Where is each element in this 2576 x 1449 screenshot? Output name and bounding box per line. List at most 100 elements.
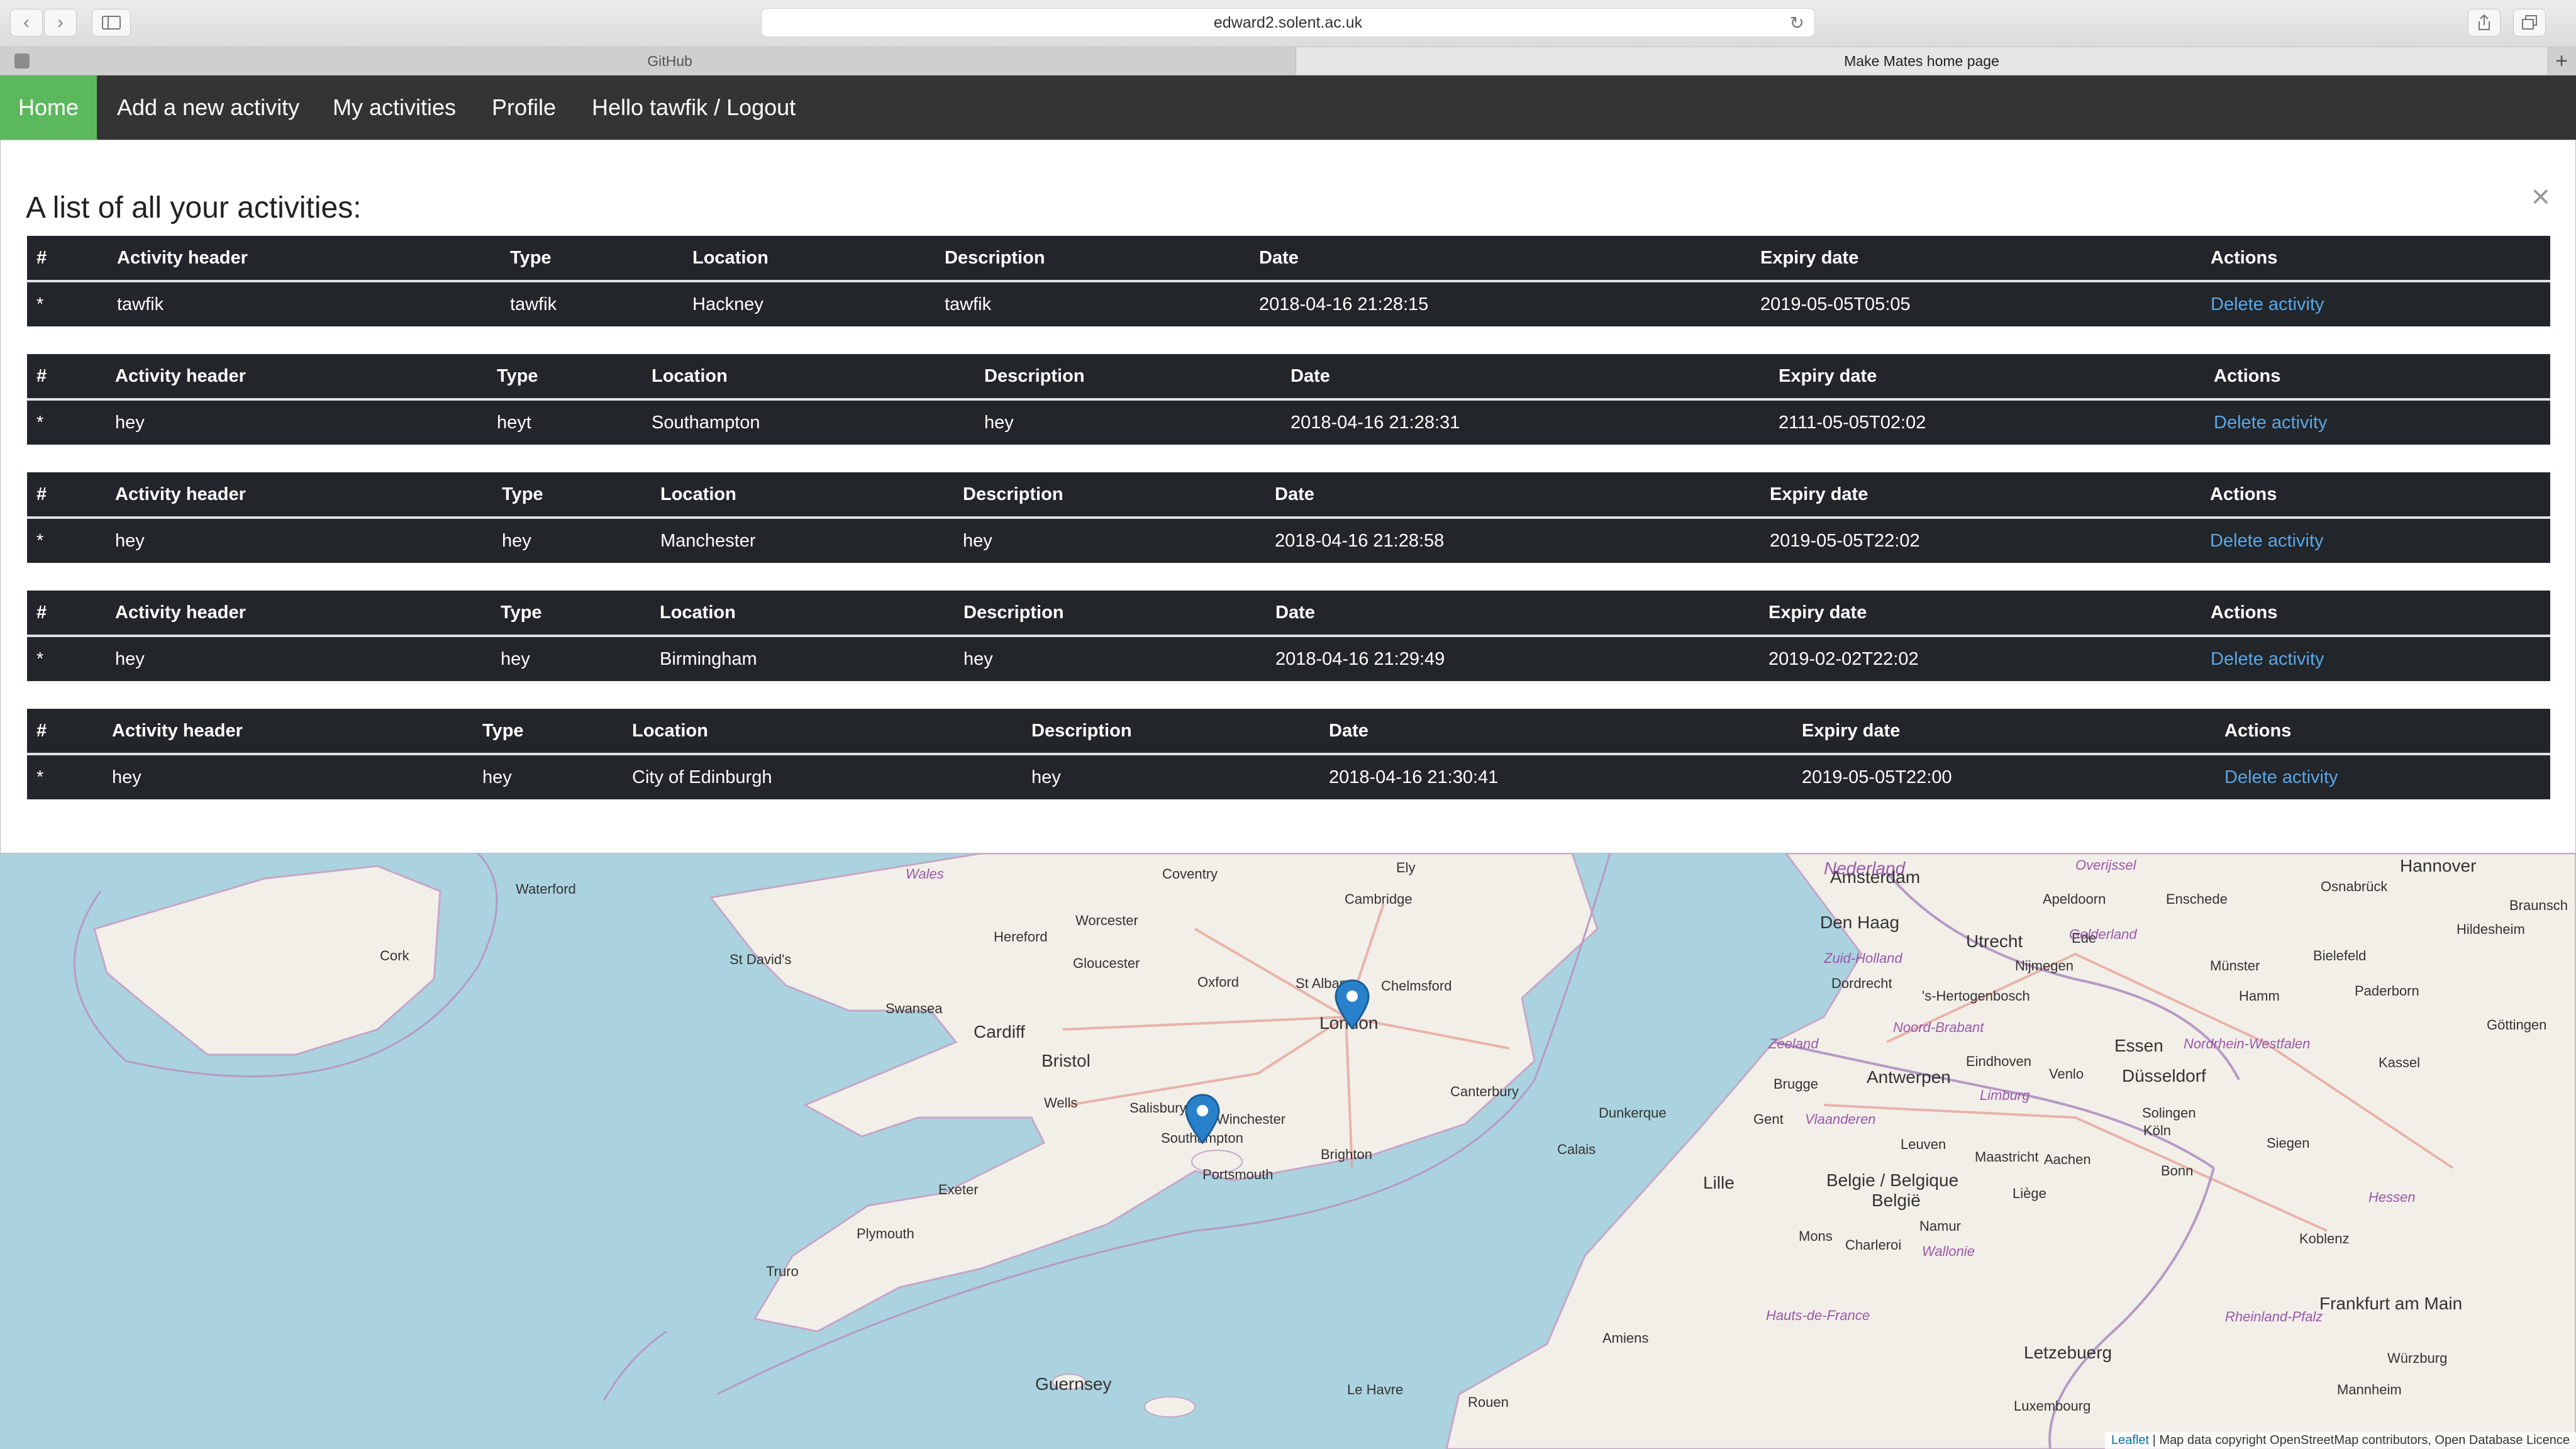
share-button[interactable]	[2468, 9, 2501, 36]
tabs-overview-button[interactable]	[2513, 9, 2546, 36]
map-label: Essen	[2114, 1036, 2163, 1055]
map-marker-icon[interactable]	[1335, 979, 1370, 1030]
map-label: Utrecht	[1966, 931, 2023, 951]
cell-date: 2018-04-16 21:28:15	[1250, 280, 1751, 326]
map-label: Osnabrück	[2321, 879, 2388, 894]
table-header-row: # Activity header Type Location Descript…	[27, 709, 2550, 754]
map-label: Bristol	[1041, 1051, 1091, 1070]
col-actions: Actions	[2210, 484, 2277, 504]
sidebar-toggle-button[interactable]	[92, 9, 131, 36]
address-bar[interactable]: edward2.solent.ac.uk ↻	[761, 8, 1815, 37]
table-row: * hey hey Birmingham hey 2018-04-16 21:2…	[27, 635, 2550, 681]
delete-activity-link[interactable]: Delete activity	[2224, 767, 2338, 787]
col-description: Description	[1031, 720, 1132, 741]
back-button[interactable]: ‹	[10, 9, 43, 36]
col-actions: Actions	[2214, 365, 2281, 386]
map-label: Oxford	[1197, 974, 1240, 990]
col-description: Description	[963, 484, 1063, 504]
cell-expiry-date: 2019-05-05T22:02	[1760, 516, 2201, 563]
map-label: Bonn	[2161, 1163, 2194, 1179]
table-header-row: # Activity header Type Location Descript…	[27, 236, 2550, 281]
sidebar-icon	[102, 16, 121, 30]
map-label: Mons	[1799, 1228, 1833, 1244]
map-label: Amsterdam	[1830, 867, 1921, 887]
map-label: Charleroi	[1845, 1237, 1902, 1253]
cell-date: 2018-04-16 21:28:58	[1265, 516, 1760, 563]
col-type: Type	[497, 365, 538, 386]
map-marker-icon[interactable]	[1185, 1094, 1220, 1144]
activity-table: # Activity header Type Location Descript…	[27, 709, 2550, 799]
close-icon[interactable]: ×	[2531, 178, 2550, 216]
delete-activity-link[interactable]: Delete activity	[2210, 531, 2324, 551]
map-label: Rouen	[1468, 1394, 1509, 1410]
pinned-tab[interactable]	[0, 47, 44, 75]
col-activity-header: Activity header	[115, 602, 246, 623]
map-label: Braunsch	[2509, 897, 2568, 913]
nav-logout[interactable]: Hello tawfik / Logout	[592, 75, 796, 140]
cell-type: hey	[492, 516, 651, 563]
cell-actions: Delete activity	[2215, 753, 2550, 799]
col-description: Description	[963, 602, 1064, 623]
activity-map[interactable]: Wales Coventry Ely Nederland Overijssel …	[0, 853, 2576, 1449]
col-type: Type	[482, 720, 524, 741]
map-label: Truro	[766, 1263, 799, 1279]
map-label: Portsmouth	[1202, 1167, 1274, 1182]
leaflet-link[interactable]: Leaflet	[2111, 1433, 2149, 1447]
forward-button[interactable]: ›	[44, 9, 77, 36]
map-label: Paderborn	[2355, 983, 2419, 999]
delete-activity-link[interactable]: Delete activity	[2211, 649, 2324, 669]
cell-type: hey	[473, 753, 623, 799]
map-label: Amiens	[1602, 1330, 1649, 1346]
col-actions: Actions	[2224, 720, 2292, 741]
table-header-row: # Activity header Type Location Descript…	[27, 354, 2550, 399]
nav-profile[interactable]: Profile	[492, 75, 556, 140]
map-label: Enschede	[2166, 891, 2228, 907]
nav-my-activities[interactable]: My activities	[333, 75, 456, 140]
map-label: Mannheim	[2337, 1382, 2402, 1397]
tab-make-mates[interactable]: Make Mates home page	[1296, 47, 2547, 75]
map-label: Würzburg	[2387, 1350, 2448, 1366]
map-label: Koblenz	[2299, 1231, 2350, 1246]
map-label: Solingen	[2142, 1105, 2196, 1121]
cell-date: 2018-04-16 21:30:41	[1319, 753, 1792, 799]
activity-table: # Activity header Type Location Descript…	[27, 472, 2550, 563]
col-number: #	[36, 365, 47, 386]
tab-github[interactable]: GitHub	[44, 47, 1296, 75]
map-label: Letzebuerg	[2024, 1343, 2112, 1362]
nav-home[interactable]: Home	[0, 75, 97, 140]
cell-description: hey	[1022, 753, 1319, 799]
col-number: #	[36, 247, 47, 268]
new-tab-button[interactable]: +	[2547, 47, 2576, 75]
share-icon	[2479, 14, 2490, 30]
map-label: Wales	[906, 866, 944, 882]
nav-add-activity[interactable]: Add a new activity	[117, 75, 299, 140]
map-tiles[interactable]	[0, 853, 2576, 1449]
activities-panel: A list of all your activities: × # Activ…	[0, 140, 2576, 853]
cell-number: *	[27, 753, 103, 799]
browser-toolbar: ‹ › edward2.solent.ac.uk ↻	[0, 0, 2576, 47]
col-number: #	[36, 720, 47, 741]
map-label: Chelmsford	[1381, 978, 1452, 994]
map-label: Waterford	[516, 881, 576, 897]
table-row: * hey hey City of Edinburgh hey 2018-04-…	[27, 753, 2550, 799]
col-location: Location	[652, 365, 728, 386]
delete-activity-link[interactable]: Delete activity	[2214, 413, 2328, 433]
map-label: Kassel	[2379, 1055, 2421, 1070]
map-label: Calais	[1557, 1141, 1596, 1157]
col-number: #	[36, 602, 47, 623]
cell-location: Southampton	[642, 398, 975, 445]
tab-github-label: GitHub	[647, 52, 692, 69]
delete-activity-link[interactable]: Delete activity	[2211, 294, 2324, 314]
github-favicon-icon	[14, 53, 30, 69]
map-label: Venlo	[2049, 1066, 2084, 1082]
map-label: Lille	[1703, 1173, 1735, 1192]
cell-activity-header: hey	[106, 398, 487, 445]
map-label: Antwerpen	[1867, 1067, 1951, 1087]
map-label: St David's	[730, 952, 792, 967]
reload-icon[interactable]: ↻	[1790, 13, 1804, 33]
col-actions: Actions	[2211, 602, 2278, 623]
cell-actions: Delete activity	[2201, 280, 2550, 326]
map-label: Gelderland	[2069, 926, 2137, 942]
map-label: Cambridge	[1345, 891, 1413, 907]
chevron-right-icon: ›	[57, 12, 64, 33]
